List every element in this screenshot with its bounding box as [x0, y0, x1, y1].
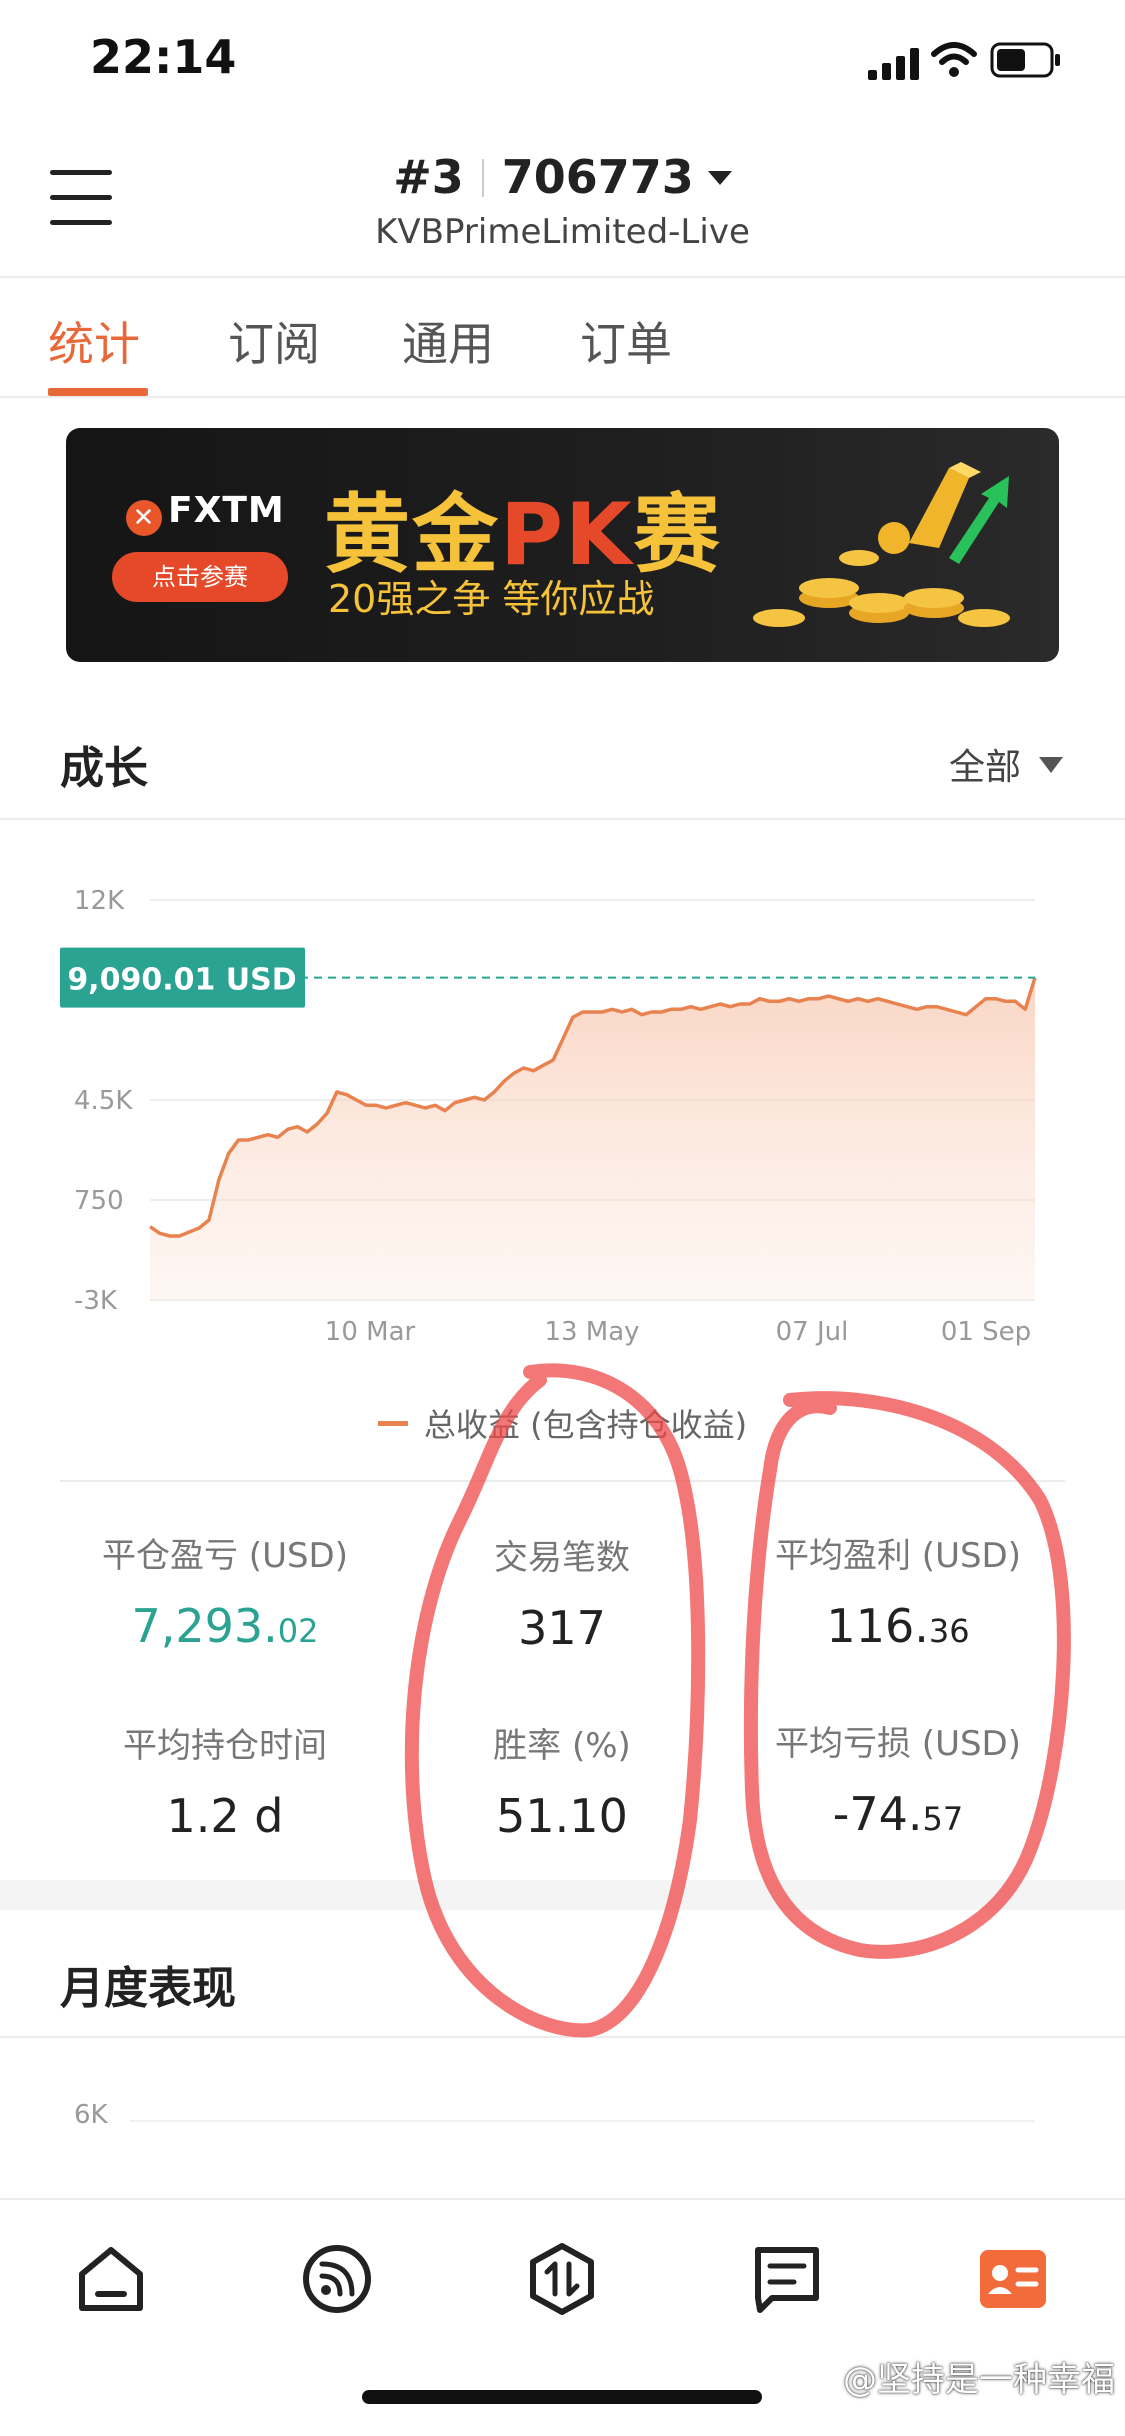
stat-value: 317	[518, 1601, 606, 1655]
fxtm-logo: ✕ FXTM	[126, 490, 285, 536]
x-tick-label: 07 Jul	[776, 1317, 849, 1347]
monthly-title: 月度表现	[60, 1963, 236, 2014]
legend-label: 总收益 (包含持仓收益)	[423, 1406, 748, 1444]
growth-section-header: 成长 全部	[0, 698, 1125, 818]
stat-value-int: 7,293.	[131, 1599, 278, 1653]
stat-value-int: 116.	[826, 1599, 929, 1653]
signal-icon	[868, 48, 919, 80]
x-tick-label: 10 Mar	[325, 1317, 416, 1347]
y-tick-label: 750	[74, 1186, 124, 1216]
separator	[481, 159, 484, 197]
legend-swatch	[377, 1421, 408, 1426]
stat-value: 51.10	[496, 1789, 628, 1843]
gridline	[130, 2120, 1035, 2122]
account-number: 706773	[501, 150, 694, 204]
stat-value: -74.57	[718, 1787, 1078, 1841]
chevron-down-icon	[707, 171, 732, 185]
watermark: @坚持是一种幸福	[843, 2360, 1115, 2400]
account-rank: #3	[393, 150, 464, 204]
y-tick-label: -3K	[74, 1286, 118, 1316]
brand-name: FXTM	[168, 490, 285, 531]
broker-name: KVBPrimeLimited-Live	[375, 212, 750, 252]
stat-value-dec: 36	[928, 1612, 970, 1650]
stat-win-rate: 胜率 (%) 51.10	[382, 1718, 742, 1843]
account-selector[interactable]: #3 706773	[0, 150, 1125, 204]
account-header: #3 706773 KVBPrimeLimited-Live	[0, 120, 1125, 278]
wifi-icon	[931, 42, 977, 77]
stat-value: 7,293.02	[45, 1599, 405, 1653]
tab-orders[interactable]: 订单	[580, 308, 672, 374]
stat-label: 交易笔数	[494, 1538, 630, 1578]
stat-label: 平均盈利 (USD)	[775, 1536, 1021, 1576]
chevron-down-icon	[1039, 757, 1063, 773]
active-tab-indicator	[48, 388, 148, 396]
feed-icon[interactable]	[300, 2242, 374, 2316]
battery-icon	[990, 42, 1060, 78]
stat-value-int: -74.	[832, 1787, 923, 1841]
filter-label: 全部	[948, 747, 1021, 788]
stat-label: 平均亏损 (USD)	[775, 1724, 1021, 1764]
home-icon[interactable]	[74, 2242, 148, 2316]
tab-stats[interactable]: 统计	[48, 308, 140, 374]
stat-label: 胜率 (%)	[493, 1726, 631, 1766]
monthly-section-header: 月度表现	[0, 1918, 1125, 2038]
series-area	[150, 977, 1035, 1300]
chart-legend[interactable]: 总收益 (包含持仓收益)	[0, 1400, 1125, 1446]
tab-subscribe[interactable]: 订阅	[228, 308, 320, 374]
current-value-label: 9,090.01 USD	[67, 963, 296, 998]
stat-avg-loss: 平均亏损 (USD) -74.57	[718, 1716, 1078, 1841]
account-icon[interactable]	[976, 2242, 1050, 2316]
divider	[0, 818, 1125, 820]
join-contest-button[interactable]: 点击参赛	[112, 552, 288, 602]
promo-banner[interactable]: ✕ FXTM 点击参赛 黄金PK赛 20强之争 等你应战	[66, 428, 1059, 662]
stat-trade-count: 交易笔数 317	[382, 1530, 742, 1655]
x-tick-label: 13 May	[544, 1317, 639, 1347]
home-indicator[interactable]	[362, 2390, 762, 2404]
growth-title: 成长	[60, 743, 148, 794]
stat-value: 116.36	[718, 1599, 1078, 1653]
divider	[60, 1480, 1065, 1482]
gold-coins-illustration	[753, 462, 1010, 627]
trade-icon[interactable]	[525, 2242, 599, 2316]
stat-value-dec: 02	[277, 1612, 319, 1650]
section-gap	[0, 1880, 1125, 1910]
stat-avg-profit: 平均盈利 (USD) 116.36	[718, 1528, 1078, 1653]
fxtm-mark-icon: ✕	[126, 500, 162, 536]
stat-label: 平仓盈亏 (USD)	[102, 1536, 348, 1576]
banner-subtitle: 20强之争 等你应战	[328, 577, 655, 621]
stat-label: 平均持仓时间	[123, 1726, 327, 1766]
x-tick-label: 01 Sep	[941, 1317, 1031, 1347]
y-tick-label: 4.5K	[74, 1086, 133, 1116]
growth-chart: 12K 4.5K 750 -3K 10 Mar 13 May 07 Jul 01 Sep 9,0…	[60, 886, 1037, 1347]
stat-value: 1.2 d	[166, 1789, 284, 1843]
message-icon[interactable]	[750, 2242, 824, 2316]
divider	[0, 2036, 1125, 2038]
tab-general[interactable]: 通用	[402, 308, 494, 374]
section-tabs: 统计 订阅 通用 订单	[0, 280, 1125, 398]
stat-value-dec: 57	[922, 1800, 964, 1838]
growth-range-filter[interactable]: 全部	[949, 738, 1063, 790]
stat-closed-pnl: 平仓盈亏 (USD) 7,293.02	[45, 1528, 405, 1653]
monthly-chart-tick: 6K	[74, 2100, 108, 2130]
status-time: 22:14	[90, 30, 237, 84]
stat-avg-hold-time: 平均持仓时间 1.2 d	[45, 1718, 405, 1843]
y-tick-label: 12K	[74, 886, 125, 916]
status-bar: 22:14	[0, 0, 1125, 120]
